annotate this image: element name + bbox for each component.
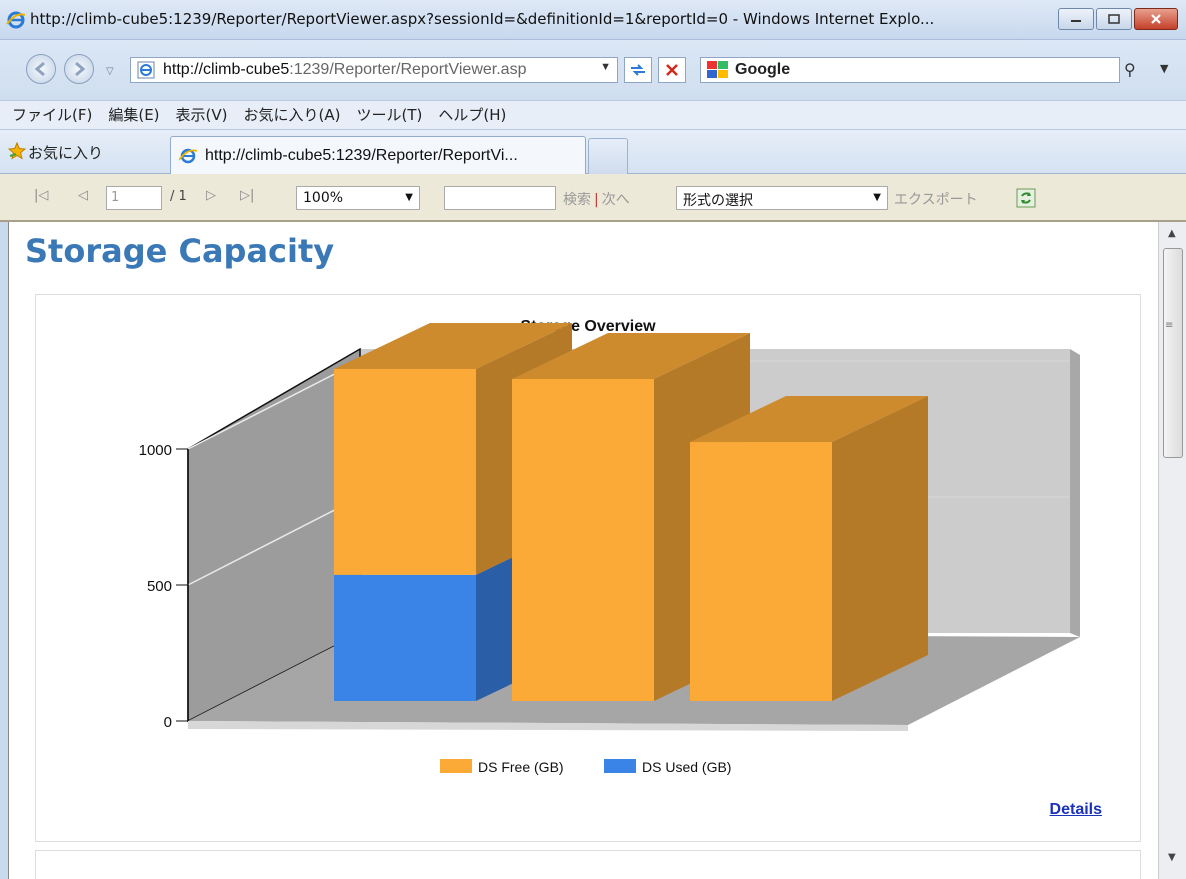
search-input[interactable]: Google xyxy=(700,57,1120,83)
bar-side xyxy=(832,396,928,701)
report-title: Storage Capacity xyxy=(25,232,335,270)
window-title: http://climb-cube5:1239/Reporter/ReportV… xyxy=(30,10,935,28)
search-magnifier-icon[interactable]: ⚲ xyxy=(1124,60,1136,79)
menu-tools[interactable]: ツール(T) xyxy=(356,101,422,129)
bar xyxy=(334,574,476,701)
bar xyxy=(690,442,832,701)
google-logo-icon xyxy=(707,61,728,78)
find-controls: 検索 | 次へ xyxy=(563,189,630,209)
close-icon xyxy=(1151,14,1161,24)
details-link[interactable]: Details xyxy=(1050,801,1102,819)
search-dropdown-icon[interactable]: ▼ xyxy=(1160,62,1168,75)
format-dropdown-icon: ▼ xyxy=(873,192,881,203)
export-link[interactable]: エクスポート xyxy=(894,189,978,209)
scroll-thumb[interactable] xyxy=(1163,248,1183,458)
vertical-scrollbar[interactable]: ▲ ≡ ▼ xyxy=(1158,222,1186,879)
forward-button[interactable] xyxy=(64,54,94,84)
menu-bar: ファイル(F) 編集(E) 表示(V) お気に入り(A) ツール(T) ヘルプ(… xyxy=(0,100,1186,130)
search-provider: Google xyxy=(735,61,791,78)
page-icon xyxy=(137,61,155,79)
find-link[interactable]: 検索 xyxy=(563,192,591,208)
favorites-tab-bar: お気に入り http://climb-cube5:1239/Reporter/R… xyxy=(0,130,1186,174)
bar xyxy=(334,369,476,575)
last-page-icon[interactable]: ▷| xyxy=(240,188,254,203)
find-separator: | xyxy=(594,192,599,208)
favorites-star-icon xyxy=(8,142,26,160)
tab-report-viewer[interactable]: http://climb-cube5:1239/Reporter/ReportV… xyxy=(170,136,586,174)
zoom-value: 100% xyxy=(303,190,344,206)
chart-panel: Storage Overview 0 500 1000 DS Free (GB) DS U… xyxy=(35,294,1141,842)
report-toolbar: |◁ ◁ 1 / 1 ▷ ▷| 100% ▼ 検索 | 次へ 形式の選択 ▼ エクス… xyxy=(0,174,1186,222)
page-total: / 1 xyxy=(170,189,187,204)
report-content: Storage Capacity Storage Overview 0 500 100… xyxy=(8,222,1158,879)
menu-help[interactable]: ヘルプ(H) xyxy=(438,101,506,129)
y-tick-label: 500 xyxy=(147,578,172,595)
legend-label: DS Used (GB) xyxy=(642,759,731,775)
history-dropdown-icon[interactable]: ▽ xyxy=(106,66,114,77)
first-page-icon[interactable]: |◁ xyxy=(34,188,48,203)
menu-file[interactable]: ファイル(F) xyxy=(12,101,92,129)
find-input[interactable] xyxy=(444,186,556,210)
ie-logo-icon xyxy=(6,11,26,29)
bar xyxy=(512,378,654,701)
y-tick-label: 1000 xyxy=(139,442,172,459)
export-format-value: 形式の選択 xyxy=(683,193,753,209)
refresh-arrows-icon xyxy=(631,64,645,76)
zoom-select[interactable]: 100% ▼ xyxy=(296,186,420,210)
maximize-icon xyxy=(1108,14,1120,24)
next-section-panel xyxy=(35,850,1141,879)
minimize-button[interactable] xyxy=(1058,8,1094,30)
forward-arrow-icon xyxy=(75,61,86,77)
zoom-dropdown-icon: ▼ xyxy=(405,192,413,203)
tab-title: http://climb-cube5:1239/Reporter/ReportV… xyxy=(205,147,518,164)
address-input[interactable]: http://climb-cube5:1239/Reporter/ReportV… xyxy=(130,57,618,83)
legend-label: DS Free (GB) xyxy=(478,759,564,775)
previous-page-icon[interactable]: ◁ xyxy=(78,188,88,203)
url-path: :1239/Reporter/ReportViewer.asp xyxy=(289,61,527,78)
scroll-down-icon[interactable]: ▼ xyxy=(1168,852,1176,863)
minimize-icon xyxy=(1071,20,1081,22)
next-page-icon[interactable]: ▷ xyxy=(206,188,216,203)
legend-swatch xyxy=(604,759,636,773)
back-button[interactable] xyxy=(26,54,56,84)
address-dropdown-icon[interactable]: ▼ xyxy=(600,61,611,73)
scroll-up-icon[interactable]: ▲ xyxy=(1168,228,1176,239)
y-tick-label: 0 xyxy=(164,714,172,731)
close-button[interactable] xyxy=(1134,8,1178,30)
storage-overview-chart: Storage Overview05001000DS Free (GB) DS U… xyxy=(139,318,1080,775)
favorites-button[interactable]: お気に入り xyxy=(28,142,103,163)
refresh-button[interactable] xyxy=(624,57,652,83)
page-number-input[interactable]: 1 xyxy=(106,186,162,210)
chart-back-wall-edge xyxy=(1070,349,1080,637)
menu-edit[interactable]: 編集(E) xyxy=(108,101,159,129)
scroll-grip-icon: ≡ xyxy=(1165,320,1174,331)
export-format-select[interactable]: 形式の選択 ▼ xyxy=(676,186,888,210)
find-next-link[interactable]: 次へ xyxy=(602,192,630,208)
url-host: http://climb-cube5 xyxy=(163,61,290,78)
new-tab-button[interactable] xyxy=(588,138,628,174)
stop-x-icon xyxy=(666,64,678,76)
window-titlebar: http://climb-cube5:1239/Reporter/ReportV… xyxy=(0,0,1186,40)
window-controls xyxy=(1058,8,1178,30)
menu-favorites[interactable]: お気に入り(A) xyxy=(244,101,341,129)
ie-tab-icon xyxy=(179,148,197,164)
maximize-button[interactable] xyxy=(1096,8,1132,30)
back-arrow-icon xyxy=(34,61,45,77)
address-toolbar: ▽ http://climb-cube5:1239/Reporter/Repor… xyxy=(0,40,1186,100)
stop-button[interactable] xyxy=(658,57,686,83)
menu-view[interactable]: 表示(V) xyxy=(176,101,228,129)
legend-swatch xyxy=(440,759,472,773)
refresh-report-icon[interactable] xyxy=(1016,188,1036,208)
